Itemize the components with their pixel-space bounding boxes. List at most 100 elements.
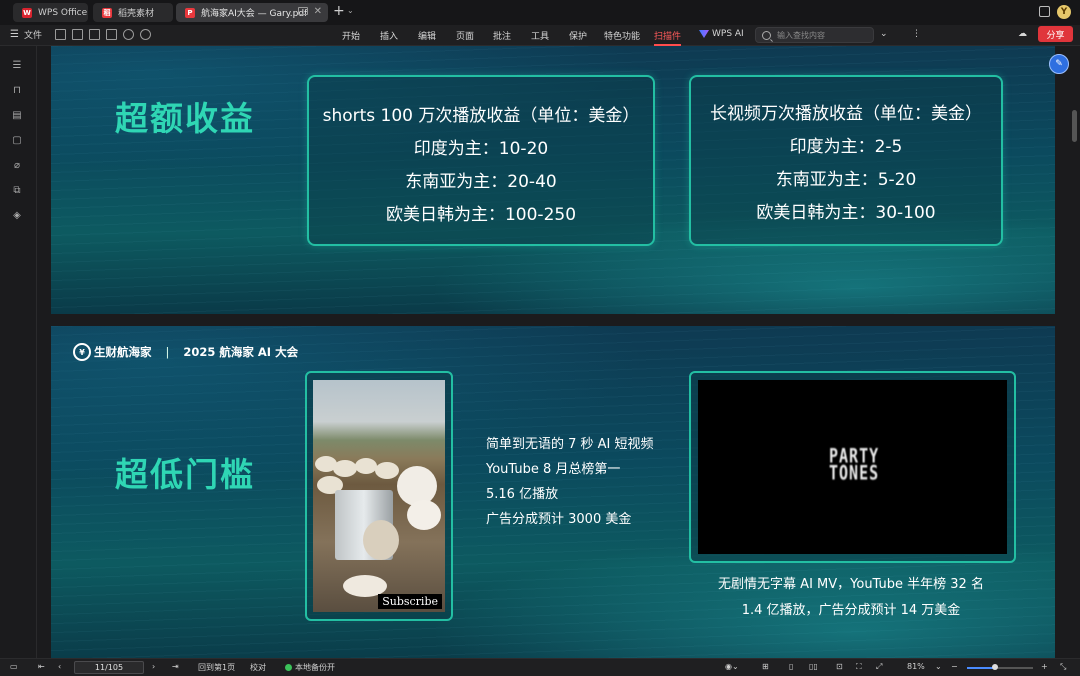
menu-comment[interactable]: 批注: [493, 29, 511, 42]
share-button[interactable]: 分享: [1038, 26, 1073, 42]
tab-pdf-document[interactable]: P 航海家AI大会 — Gary.pdf ✕: [176, 3, 328, 22]
search-input[interactable]: 输入查找内容: [755, 27, 874, 43]
zoom-slider[interactable]: [967, 664, 1033, 670]
user-avatar[interactable]: Y: [1057, 5, 1071, 19]
menu-features[interactable]: 特色功能: [604, 29, 640, 42]
menu-page[interactable]: 页面: [456, 29, 474, 42]
brand-separator: |: [165, 345, 170, 359]
thumbnail-icon[interactable]: ▤: [12, 111, 22, 121]
wps-ai-icon: [699, 30, 709, 38]
zoom-slider-fill: [967, 667, 995, 669]
zoom-level[interactable]: 81%: [907, 662, 925, 671]
undo-icon[interactable]: [123, 29, 134, 40]
document-view[interactable]: 超额收益 shorts 100 万次播放收益（单位：美金） 印度为主：10-20…: [37, 46, 1069, 658]
slide-extra-revenue: 超额收益 shorts 100 万次播放收益（单位：美金） 印度为主：10-20…: [51, 46, 1055, 314]
outline-icon[interactable]: ☰: [12, 61, 22, 71]
left-sidebar: ☰ ⊓ ▤ ▢ ⌀ ⧉ ◈: [0, 46, 37, 658]
panel-line: 欧美日韩为主：30-100: [756, 203, 936, 223]
mv-video-player[interactable]: PARTY TONES: [698, 380, 1007, 554]
new-tab-button[interactable]: +: [333, 3, 345, 19]
print-icon[interactable]: [106, 29, 117, 40]
status-bar: ▭ ⇤ ‹ 11/105 › ⇥ 回到第1页 校对 本地备份开 ◉⌄ ⊞ ▯ ▯…: [0, 658, 1080, 676]
assistant-float-button[interactable]: ✎: [1049, 54, 1069, 74]
single-page-icon[interactable]: ▯: [789, 662, 793, 671]
panel-line: 东南亚为主：20-40: [405, 172, 557, 192]
local-backup-status[interactable]: 本地备份开: [285, 662, 335, 673]
panel-title: shorts 100 万次播放收益（单位：美金）: [322, 106, 640, 126]
tab-bar: W WPS Office 稻 稻壳素材 P 航海家AI大会 — Gary.pdf…: [0, 0, 1080, 25]
video-fact-line: 广告分成预计 3000 美金: [486, 512, 632, 527]
video-fact-line: 5.16 亿播放: [486, 487, 559, 502]
event-name: 2025 航海家 AI 大会: [183, 345, 299, 359]
panel-line: 印度为主：2-5: [789, 137, 903, 157]
menu-insert[interactable]: 插入: [380, 29, 398, 42]
chevron-down-icon[interactable]: ⌄: [880, 29, 888, 39]
prev-page-icon[interactable]: ‹: [58, 662, 61, 671]
menu-scan[interactable]: 扫描件: [654, 29, 682, 46]
file-menu-label: 文件: [23, 31, 42, 41]
tab-wps-office[interactable]: W WPS Office: [13, 3, 88, 22]
wps-ai-button[interactable]: WPS AI: [699, 29, 744, 39]
open-icon[interactable]: [55, 29, 66, 40]
first-page-icon[interactable]: ⇤: [38, 662, 45, 671]
continuous-view-icon[interactable]: ⊡: [836, 662, 843, 671]
eye-mode-icon[interactable]: ◉⌄: [725, 662, 739, 671]
panel-line: 东南亚为主：5-20: [775, 170, 917, 190]
proofread-button[interactable]: 校对: [250, 662, 266, 673]
vertical-scrollbar[interactable]: [1072, 110, 1077, 142]
slide-heading: 超额收益: [115, 99, 255, 138]
slide-heading: 超低门槛: [115, 455, 255, 494]
more-icon[interactable]: ⋮: [912, 29, 921, 39]
mv-caption-line: 无剧情无字幕 AI MV，YouTube 半年榜 32 名: [718, 577, 984, 592]
menu-edit[interactable]: 编辑: [418, 29, 436, 42]
chevron-down-icon[interactable]: ⌄: [935, 662, 942, 671]
back-to-first-button[interactable]: 回到第1页: [198, 662, 235, 673]
menu-protect[interactable]: 保护: [569, 29, 587, 42]
share-label: 分享: [1046, 30, 1065, 41]
print-preview-icon[interactable]: [89, 29, 100, 40]
bookmark-icon[interactable]: ⊓: [12, 86, 22, 96]
close-tab-icon[interactable]: ✕: [314, 6, 322, 17]
cloud-icon[interactable]: ☁: [1018, 29, 1027, 39]
expand-icon[interactable]: ⤡: [1060, 662, 1066, 672]
video-fact-line: 简单到无语的 7 秒 AI 短视频: [486, 437, 654, 452]
copy-icon[interactable]: ⧉: [12, 186, 22, 196]
panel-line: 欧美日韩为主：100-250: [385, 205, 577, 225]
wps-ai-label: WPS AI: [712, 29, 744, 39]
double-page-icon[interactable]: ▯▯: [809, 662, 818, 671]
redo-icon[interactable]: [140, 29, 151, 40]
hamburger-icon: ☰: [10, 29, 19, 40]
tab-docer[interactable]: 稻 稻壳素材: [93, 3, 173, 22]
fit-page-icon[interactable]: ⛶: [856, 662, 862, 672]
sidebar-toggle-icon[interactable]: ▭: [10, 662, 18, 671]
window-restore-icon[interactable]: [1039, 6, 1050, 17]
file-menu-button[interactable]: ☰ 文件: [10, 28, 42, 41]
fullscreen-icon[interactable]: ⤢: [876, 662, 882, 672]
tab-label: 航海家AI大会 — Gary.pdf: [201, 9, 308, 19]
save-icon[interactable]: [72, 29, 83, 40]
subscribe-caption: Subscribe: [378, 594, 442, 609]
menu-start[interactable]: 开始: [342, 29, 360, 42]
chevron-down-icon[interactable]: ⌄: [347, 6, 354, 15]
layers-icon[interactable]: ◈: [12, 211, 22, 221]
zoom-in-icon[interactable]: +: [1041, 662, 1048, 671]
fit-width-icon[interactable]: ⊞: [762, 662, 769, 671]
wps-logo-icon: W: [22, 7, 32, 18]
screen-icon[interactable]: [298, 7, 308, 15]
attachment-icon[interactable]: ⌀: [12, 161, 22, 171]
page-number-input[interactable]: 11/105: [74, 661, 144, 674]
zoom-slider-knob[interactable]: [991, 664, 998, 670]
tab-label: WPS Office: [38, 7, 88, 18]
next-page-icon[interactable]: ›: [152, 662, 155, 671]
main-toolbar: ☰ 文件 开始 插入 编辑 页面 批注 工具 保护 特色功能 扫描件 WPS A…: [0, 25, 1080, 46]
comment-icon[interactable]: ▢: [12, 136, 22, 146]
mv-caption-line: 1.4 亿播放，广告分成预计 14 万美金: [741, 603, 961, 618]
backup-label: 本地备份开: [295, 663, 335, 672]
search-placeholder: 输入查找内容: [777, 30, 825, 40]
zoom-out-icon[interactable]: −: [951, 662, 958, 671]
menu-tools[interactable]: 工具: [531, 29, 549, 42]
last-page-icon[interactable]: ⇥: [172, 662, 179, 671]
video-title-line: TONES: [829, 461, 880, 485]
video-title-text: PARTY TONES: [829, 446, 880, 485]
panel-line: 印度为主：10-20: [413, 139, 549, 159]
